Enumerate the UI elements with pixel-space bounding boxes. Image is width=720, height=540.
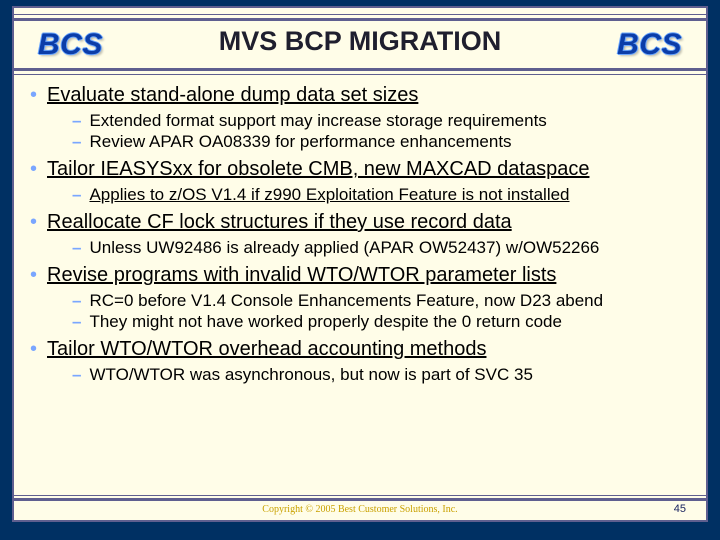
sub-item: –WTO/WTOR was asynchronous, but now is p… xyxy=(72,365,700,385)
bullet-text: Tailor IEASYSxx for obsolete CMB, new MA… xyxy=(47,158,589,181)
bullet-text: Reallocate CF lock structures if they us… xyxy=(47,211,512,234)
sub-text: They might not have worked properly desp… xyxy=(89,312,562,332)
dash-icon: – xyxy=(72,291,81,311)
dash-icon: – xyxy=(72,365,81,385)
sub-list: –WTO/WTOR was asynchronous, but now is p… xyxy=(72,365,700,385)
sub-text: RC=0 before V1.4 Console Enhancements Fe… xyxy=(89,291,603,311)
list-item: • Revise programs with invalid WTO/WTOR … xyxy=(26,264,700,332)
list-item: • Tailor IEASYSxx for obsolete CMB, new … xyxy=(26,158,700,205)
footer: Copyright © 2005 Best Customer Solutions… xyxy=(14,500,706,518)
content: • Evaluate stand-alone dump data set siz… xyxy=(26,84,700,494)
page-title: MVS BCP MIGRATION xyxy=(219,26,502,57)
sub-text: Applies to z/OS V1.4 if z990 Exploitatio… xyxy=(89,185,569,205)
rule-header-bottom-thin xyxy=(14,74,706,75)
dash-icon: – xyxy=(72,238,81,258)
page-number: 45 xyxy=(674,503,686,515)
sub-item: –Unless UW92486 is already applied (APAR… xyxy=(72,238,700,258)
sub-list: –Extended format support may increase st… xyxy=(72,111,700,152)
rule-footer-thin xyxy=(14,495,706,496)
sub-list: –RC=0 before V1.4 Console Enhancements F… xyxy=(72,291,700,332)
sub-item: –Review APAR OA08339 for performance enh… xyxy=(72,132,700,152)
sub-text: Review APAR OA08339 for performance enha… xyxy=(89,132,511,152)
bullet-icon: • xyxy=(30,159,37,179)
bullet-icon: • xyxy=(30,212,37,232)
sub-item: –Extended format support may increase st… xyxy=(72,111,700,131)
dash-icon: – xyxy=(72,132,81,152)
dash-icon: – xyxy=(72,111,81,131)
sub-item: –RC=0 before V1.4 Console Enhancements F… xyxy=(72,291,700,311)
sub-list: –Applies to z/OS V1.4 if z990 Exploitati… xyxy=(72,185,700,205)
bullet-icon: • xyxy=(30,265,37,285)
sub-list: –Unless UW92486 is already applied (APAR… xyxy=(72,238,700,258)
slide-inner: BCS MVS BCP MIGRATION BCS • Evaluate sta… xyxy=(12,6,708,522)
bullet-text: Evaluate stand-alone dump data set sizes xyxy=(47,84,418,107)
sub-item: –They might not have worked properly des… xyxy=(72,312,700,332)
bullet-list: • Evaluate stand-alone dump data set siz… xyxy=(26,84,700,385)
bullet-icon: • xyxy=(30,339,37,359)
sub-text: Extended format support may increase sto… xyxy=(89,111,546,131)
dash-icon: – xyxy=(72,185,81,205)
list-item: • Evaluate stand-alone dump data set siz… xyxy=(26,84,700,152)
bullet-text: Tailor WTO/WTOR overhead accounting meth… xyxy=(47,338,486,361)
header: BCS MVS BCP MIGRATION BCS xyxy=(14,12,706,70)
sub-item: –Applies to z/OS V1.4 if z990 Exploitati… xyxy=(72,185,700,205)
list-item: • Tailor WTO/WTOR overhead accounting me… xyxy=(26,338,700,385)
slide: BCS MVS BCP MIGRATION BCS • Evaluate sta… xyxy=(0,0,720,540)
logo-left: BCS xyxy=(38,28,103,62)
dash-icon: – xyxy=(72,312,81,332)
sub-text: Unless UW92486 is already applied (APAR … xyxy=(89,238,599,258)
bullet-icon: • xyxy=(30,85,37,105)
bullet-text: Revise programs with invalid WTO/WTOR pa… xyxy=(47,264,556,287)
logo-right: BCS xyxy=(617,28,682,62)
copyright-text: Copyright © 2005 Best Customer Solutions… xyxy=(262,504,457,515)
sub-text: WTO/WTOR was asynchronous, but now is pa… xyxy=(89,365,532,385)
list-item: • Reallocate CF lock structures if they … xyxy=(26,211,700,258)
